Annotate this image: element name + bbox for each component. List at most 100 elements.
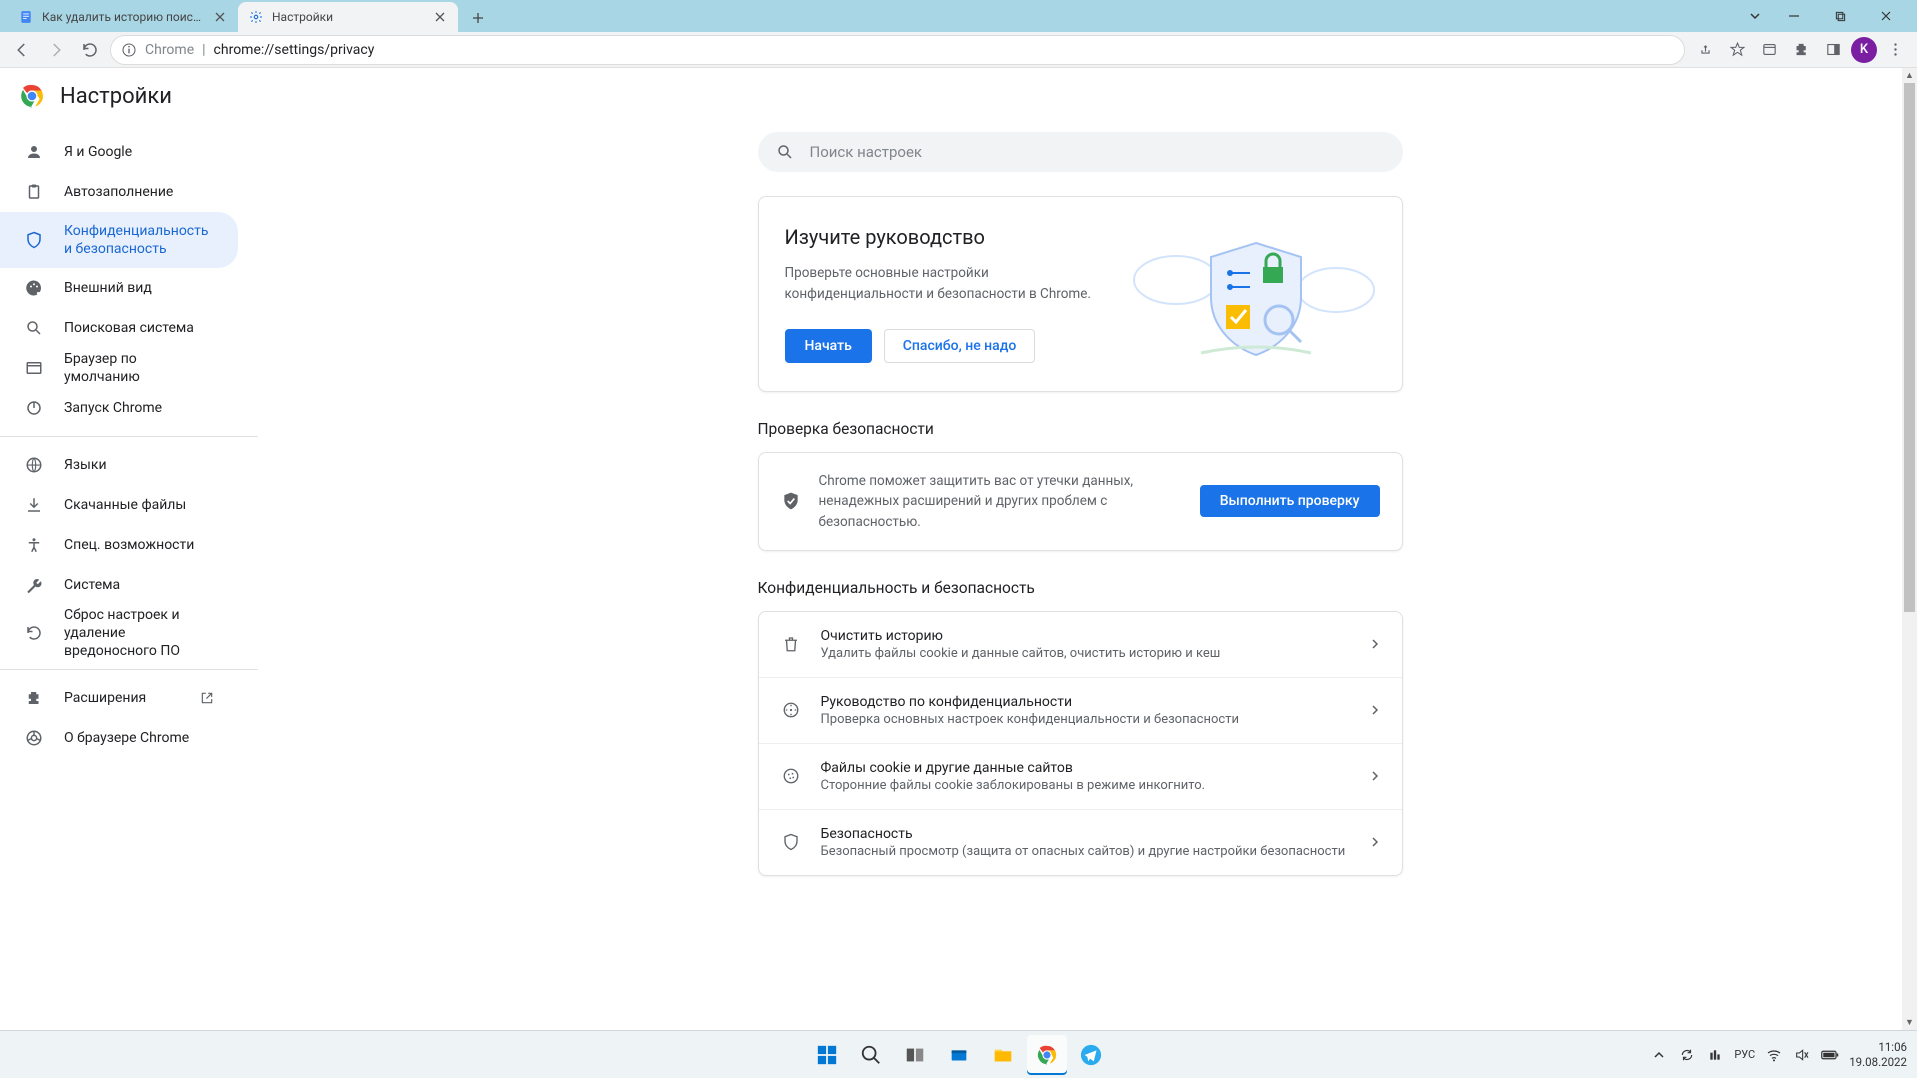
file-explorer-button[interactable] bbox=[983, 1035, 1023, 1075]
scroll-up-icon[interactable]: ▲ bbox=[1902, 68, 1917, 83]
address-prefix: Chrome bbox=[145, 42, 194, 58]
sidebar-item-privacy-security[interactable]: Конфиденциальность и безопасность bbox=[0, 212, 238, 268]
window-titlebar: Как удалить историю поиска G Настройки bbox=[0, 0, 1917, 32]
sidebar-item-about[interactable]: О браузере Chrome bbox=[0, 718, 238, 758]
settings-search[interactable] bbox=[758, 132, 1403, 172]
chrome-small-icon bbox=[24, 729, 44, 747]
tab-1[interactable]: Как удалить историю поиска G bbox=[8, 2, 238, 32]
maximize-button[interactable] bbox=[1817, 0, 1863, 32]
sidebar-item-extensions[interactable]: Расширения bbox=[0, 678, 238, 718]
search-icon bbox=[24, 319, 44, 337]
chrome-taskbar-button[interactable] bbox=[1027, 1035, 1067, 1075]
reload-button[interactable] bbox=[76, 36, 104, 64]
widgets-button[interactable] bbox=[939, 1035, 979, 1075]
tray-sync-icon[interactable] bbox=[1678, 1048, 1696, 1062]
sidebar-item-default-browser[interactable]: Браузер по умолчанию bbox=[0, 348, 238, 388]
profile-avatar[interactable]: K bbox=[1851, 37, 1877, 63]
tabs-dropdown-button[interactable] bbox=[1739, 0, 1771, 32]
wifi-icon[interactable] bbox=[1765, 1047, 1783, 1063]
safety-check-card: Chrome поможет защитить вас от утечки да… bbox=[758, 452, 1403, 551]
row-cookies[interactable]: Файлы cookie и другие данные сайтовСторо… bbox=[759, 744, 1402, 810]
sidebar-item-you-and-google[interactable]: Я и Google bbox=[0, 132, 238, 172]
compass-icon bbox=[781, 701, 801, 719]
tab-1-title: Как удалить историю поиска G bbox=[42, 10, 204, 24]
tab-2[interactable]: Настройки bbox=[238, 2, 458, 32]
sidebar-item-system[interactable]: Система bbox=[0, 565, 238, 605]
close-window-button[interactable] bbox=[1863, 0, 1909, 32]
sidebar-item-appearance[interactable]: Внешний вид bbox=[0, 268, 238, 308]
settings-header: Настройки bbox=[0, 68, 1902, 124]
accessibility-icon bbox=[24, 536, 44, 554]
telegram-button[interactable] bbox=[1071, 1035, 1111, 1075]
new-tab-button[interactable] bbox=[464, 4, 492, 32]
sidebar-separator bbox=[0, 436, 258, 437]
sidebar-item-languages[interactable]: Языки bbox=[0, 445, 238, 485]
browser-icon bbox=[24, 359, 44, 377]
dismiss-button[interactable]: Спасибо, не надо bbox=[884, 329, 1036, 363]
extensions-icon[interactable] bbox=[1787, 36, 1815, 64]
tab-2-title: Настройки bbox=[272, 10, 424, 24]
chevron-right-icon bbox=[1370, 771, 1380, 781]
tray-overflow-icon[interactable] bbox=[1650, 1049, 1668, 1061]
address-text: chrome://settings/privacy bbox=[214, 42, 375, 58]
bookmark-icon[interactable] bbox=[1723, 36, 1751, 64]
chrome-logo-icon bbox=[20, 84, 44, 108]
volume-icon[interactable] bbox=[1793, 1047, 1811, 1063]
sidebar-item-reset[interactable]: Сброс настроек и удаление вредоносного П… bbox=[0, 605, 238, 661]
start-button[interactable]: Начать bbox=[785, 329, 872, 363]
globe-icon bbox=[24, 456, 44, 474]
back-button[interactable] bbox=[8, 36, 36, 64]
row-privacy-guide[interactable]: Руководство по конфиденциальностиПроверк… bbox=[759, 678, 1402, 744]
site-info-icon[interactable] bbox=[121, 42, 137, 58]
battery-icon[interactable] bbox=[1821, 1049, 1839, 1061]
sidebar-item-accessibility[interactable]: Спец. возможности bbox=[0, 525, 238, 565]
close-icon[interactable] bbox=[432, 9, 448, 25]
task-view-button[interactable] bbox=[895, 1035, 935, 1075]
chevron-right-icon bbox=[1370, 639, 1380, 649]
run-check-button[interactable]: Выполнить проверку bbox=[1200, 485, 1380, 517]
safety-check-heading: Проверка безопасности bbox=[758, 420, 1403, 438]
scroll-down-icon[interactable]: ▼ bbox=[1902, 1015, 1917, 1030]
chevron-right-icon bbox=[1370, 837, 1380, 847]
download-icon bbox=[24, 496, 44, 514]
row-security[interactable]: БезопасностьБезопасный просмотр (защита … bbox=[759, 810, 1402, 875]
sidepanel-icon[interactable] bbox=[1819, 36, 1847, 64]
scroll-thumb[interactable] bbox=[1904, 83, 1915, 612]
sidebar-item-search-engine[interactable]: Поисковая система bbox=[0, 308, 238, 348]
docs-favicon-icon bbox=[18, 9, 34, 25]
sidebar-separator bbox=[0, 669, 258, 670]
system-tray: РУС 11:06 19.08.2022 bbox=[1650, 1031, 1907, 1078]
wrench-icon bbox=[24, 576, 44, 594]
search-button[interactable] bbox=[851, 1035, 891, 1075]
sidebar-item-startup[interactable]: Запуск Chrome bbox=[0, 388, 238, 428]
guide-title: Изучите руководство bbox=[785, 225, 1111, 249]
row-clear-browsing-data[interactable]: Очистить историюУдалить файлы cookie и д… bbox=[759, 612, 1402, 678]
settings-search-input[interactable] bbox=[810, 143, 1385, 161]
sidebar-item-autofill[interactable]: Автозаполнение bbox=[0, 172, 238, 212]
close-icon[interactable] bbox=[212, 9, 228, 25]
privacy-security-heading: Конфиденциальность и безопасность bbox=[758, 579, 1403, 597]
power-icon bbox=[24, 399, 44, 417]
settings-sidebar: Я и Google Автозаполнение Конфиденциальн… bbox=[0, 124, 258, 1030]
shield-outline-icon bbox=[781, 833, 801, 851]
sidebar-item-downloads[interactable]: Скачанные файлы bbox=[0, 485, 238, 525]
reading-list-icon[interactable] bbox=[1755, 36, 1783, 64]
page-title: Настройки bbox=[60, 84, 172, 109]
gear-favicon-icon bbox=[248, 9, 264, 25]
vertical-scrollbar[interactable]: ▲ ▼ bbox=[1902, 68, 1917, 1030]
tray-language[interactable]: РУС bbox=[1734, 1048, 1755, 1061]
safety-check-text: Chrome поможет защитить вас от утечки да… bbox=[819, 471, 1182, 532]
start-button[interactable] bbox=[807, 1035, 847, 1075]
settings-main: Изучите руководство Проверьте основные н… bbox=[258, 124, 1902, 1030]
share-icon[interactable] bbox=[1691, 36, 1719, 64]
chevron-right-icon bbox=[1370, 705, 1380, 715]
taskbar-center bbox=[807, 1035, 1111, 1075]
address-bar[interactable]: Chrome | chrome://settings/privacy bbox=[110, 35, 1685, 65]
menu-icon[interactable] bbox=[1881, 36, 1909, 64]
minimize-button[interactable] bbox=[1771, 0, 1817, 32]
tray-app-icon[interactable] bbox=[1706, 1048, 1724, 1062]
tray-clock[interactable]: 11:06 19.08.2022 bbox=[1849, 1040, 1907, 1069]
tabstrip: Как удалить историю поиска G Настройки bbox=[8, 0, 1739, 32]
shield-icon bbox=[24, 231, 44, 249]
forward-button[interactable] bbox=[42, 36, 70, 64]
